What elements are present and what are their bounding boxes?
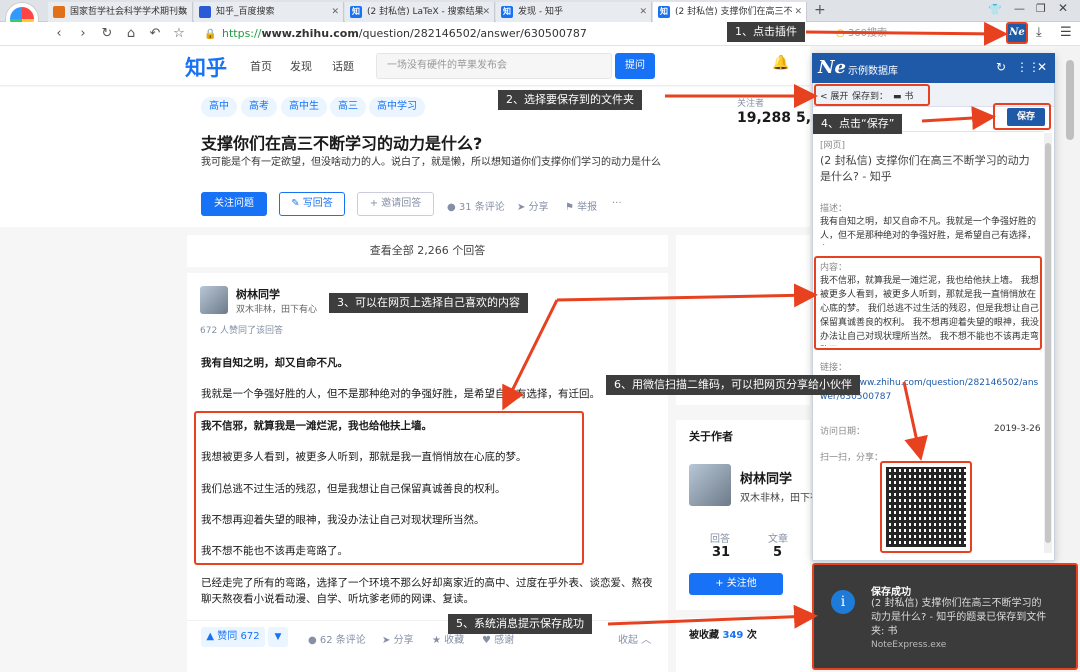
- arrow-5: [607, 604, 818, 629]
- arrow-3b: [502, 299, 559, 411]
- annotation-5: 5、系统消息提示保存成功: [448, 614, 592, 634]
- arrow-1: [805, 21, 1008, 46]
- annotation-4: 4、点击“保存”: [813, 114, 903, 134]
- annotation-3: 3、可以在网页上选择自己喜欢的内容: [329, 293, 528, 313]
- annotation-6: 6、用微信扫描二维码，可以把网页分享给小伙伴: [606, 375, 860, 395]
- arrow-3a: [556, 283, 818, 308]
- annotation-2: 2、选择要保存到的文件夹: [498, 90, 642, 110]
- arrow-6: [902, 381, 928, 461]
- annotation-1: 1、点击插件: [727, 22, 805, 42]
- arrow-4: [921, 106, 996, 131]
